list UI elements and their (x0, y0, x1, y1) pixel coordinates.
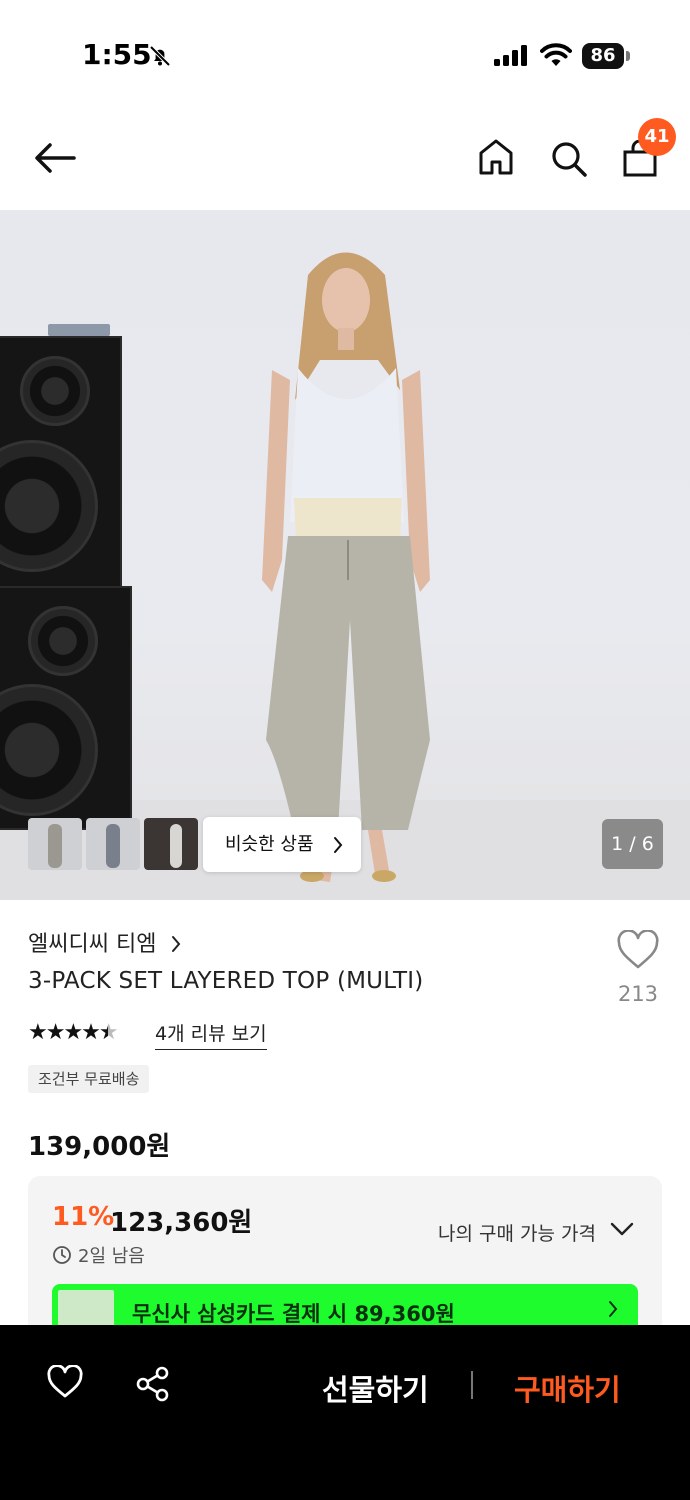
speaker-image-lower (0, 586, 132, 830)
heart-icon[interactable] (616, 930, 660, 970)
original-price: 139,000원 (28, 1132, 171, 1162)
battery-tip (626, 51, 630, 61)
bottom-action-bar: 선물하기 구매하기 (0, 1325, 690, 1500)
card-promo-text: 무신사 삼성카드 결제 시 89,360원 (132, 1302, 455, 1326)
discount-percent: 11% (52, 1202, 115, 1232)
shipping-tag: 조건부 무료배송 (28, 1065, 150, 1093)
image-counter: 1 / 6 (602, 819, 663, 869)
buy-button[interactable]: 구매하기 (514, 1367, 621, 1409)
top-nav (0, 110, 690, 210)
gift-button[interactable]: 선물하기 (322, 1367, 429, 1409)
clock-icon (53, 1246, 71, 1264)
search-icon[interactable] (550, 140, 588, 178)
home-icon[interactable] (478, 138, 514, 176)
cellular-signal-icon (494, 45, 527, 66)
remaining-text: 2일 남음 (78, 1246, 145, 1267)
model-image (262, 252, 430, 882)
cd-stack (48, 324, 110, 336)
speaker-image (0, 336, 122, 590)
divider (471, 1371, 473, 1399)
my-price-toggle[interactable]: 나의 구매 가능 가격 (438, 1219, 596, 1246)
remaining-time: 2일 남음 (52, 1242, 145, 1268)
brand-name: 엘씨디씨 티엠 (28, 932, 157, 957)
sale-price: 123,360원 (110, 1208, 253, 1238)
bell-muted-icon (149, 45, 171, 67)
brand-link[interactable]: 엘씨디씨 티엠 (28, 926, 181, 958)
status-bar: 1:55 86 (0, 0, 690, 110)
review-link[interactable]: 4개 리뷰 보기 (155, 1019, 267, 1050)
status-time: 1:55 (82, 38, 152, 71)
battery-indicator: 86 (582, 43, 624, 69)
cart-count-badge: 41 (638, 118, 676, 156)
similar-products-label: 비슷한 상품 (225, 834, 314, 855)
chevron-down-icon[interactable] (610, 1222, 634, 1236)
thumbnail-1[interactable] (28, 818, 82, 870)
like-count: 213 (617, 982, 659, 1006)
product-title: 3-PACK SET LAYERED TOP (MULTI) (28, 968, 424, 994)
chevron-right-icon (609, 1301, 618, 1317)
thumbnail-3[interactable] (144, 818, 198, 870)
similar-products-button[interactable]: 비슷한 상품 (203, 817, 361, 872)
heart-icon[interactable] (46, 1365, 84, 1399)
chevron-right-icon (172, 936, 181, 952)
chevron-right-icon (334, 837, 343, 853)
wifi-icon (540, 43, 572, 66)
share-icon[interactable] (134, 1365, 172, 1403)
discount-card: 11% 123,360원 2일 남음 나의 구매 가능 가격 무신사 삼성카드 … (28, 1176, 662, 1336)
product-image-carousel[interactable]: 비슷한 상품 1 / 6 (0, 210, 690, 900)
rating-stars: ★★★★★ (28, 1020, 119, 1045)
thumbnail-2[interactable] (86, 818, 140, 870)
back-arrow-icon[interactable] (34, 142, 76, 174)
